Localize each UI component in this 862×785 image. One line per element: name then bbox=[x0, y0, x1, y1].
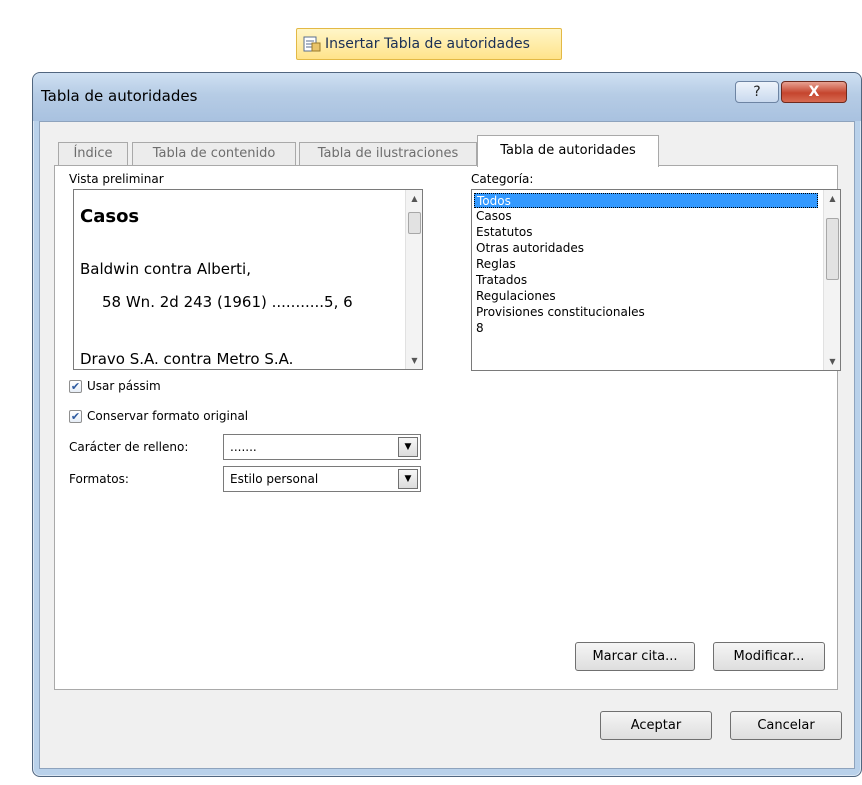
ok-button[interactable]: Aceptar bbox=[600, 711, 712, 740]
tab-panel: Vista preliminar Casos Baldwin contra Al… bbox=[54, 165, 841, 690]
mark-citation-button[interactable]: Marcar cita... bbox=[575, 642, 695, 671]
category-scroll-thumb[interactable] bbox=[826, 218, 839, 280]
modify-button[interactable]: Modificar... bbox=[713, 642, 825, 671]
chevron-down-icon[interactable]: ▼ bbox=[398, 437, 418, 457]
list-item[interactable]: Reglas bbox=[474, 257, 818, 272]
category-scrollbar[interactable]: ▲ ▼ bbox=[823, 190, 840, 370]
help-button[interactable]: ? bbox=[735, 81, 779, 103]
tab-index[interactable]: Índice bbox=[58, 142, 128, 166]
chevron-down-icon[interactable]: ▼ bbox=[398, 469, 418, 489]
category-listbox[interactable]: Todos Casos Estatutos Otras autoridades … bbox=[471, 189, 841, 371]
tab-table-of-contents[interactable]: Tabla de contenido bbox=[132, 142, 296, 166]
close-button[interactable]: X bbox=[781, 81, 847, 103]
formats-value: Estilo personal bbox=[230, 472, 319, 486]
keep-original-format-label: Conservar formato original bbox=[87, 409, 249, 423]
preview-scrollbar[interactable]: ▲ ▼ bbox=[405, 190, 422, 369]
insert-table-of-authorities-button[interactable]: Insertar Tabla de autoridades bbox=[296, 28, 562, 60]
preview-box: Casos Baldwin contra Alberti, 58 Wn. 2d … bbox=[73, 189, 423, 370]
tab-table-of-authorities[interactable]: Tabla de autoridades bbox=[477, 135, 659, 167]
scroll-down-arrow-icon[interactable]: ▼ bbox=[406, 352, 422, 369]
preview-heading: Casos bbox=[80, 206, 140, 227]
preview-line-3: Dravo S.A. contra Metro S.A. bbox=[80, 350, 294, 368]
fill-character-select[interactable]: ....... ▼ bbox=[223, 434, 421, 460]
list-item[interactable]: Regulaciones bbox=[474, 289, 818, 304]
close-icon: X bbox=[808, 84, 820, 100]
use-passim-label: Usar pássim bbox=[87, 379, 161, 393]
dialog-client-area: Índice Tabla de contenido Tabla de ilust… bbox=[39, 121, 855, 769]
list-item[interactable]: Provisiones constitucionales bbox=[474, 305, 818, 320]
preview-scroll-thumb[interactable] bbox=[408, 212, 421, 234]
scroll-up-arrow-icon[interactable]: ▲ bbox=[824, 190, 840, 207]
list-item[interactable]: Otras autoridades bbox=[474, 241, 818, 256]
table-of-authorities-dialog: Tabla de autoridades ? X Índice Tabla de… bbox=[32, 72, 862, 777]
list-item[interactable]: Todos bbox=[474, 193, 818, 208]
keep-original-format-checkbox[interactable]: ✔ Conservar formato original bbox=[69, 408, 248, 424]
preview-line-2: 58 Wn. 2d 243 (1961) ...........5, 6 bbox=[102, 293, 353, 311]
formats-select[interactable]: Estilo personal ▼ bbox=[223, 466, 421, 492]
check-icon[interactable]: ✔ bbox=[69, 379, 82, 393]
scroll-up-arrow-icon[interactable]: ▲ bbox=[406, 190, 422, 207]
fill-character-value: ....... bbox=[230, 440, 257, 454]
fill-character-label: Carácter de relleno: bbox=[69, 440, 189, 454]
preview-line-1: Baldwin contra Alberti, bbox=[80, 260, 251, 278]
help-icon: ? bbox=[753, 84, 761, 100]
insert-table-of-authorities-icon bbox=[303, 35, 321, 53]
use-passim-checkbox[interactable]: ✔ Usar pássim bbox=[69, 378, 161, 394]
list-item[interactable]: Estatutos bbox=[474, 225, 818, 240]
category-label: Categoría: bbox=[471, 172, 534, 186]
scroll-down-arrow-icon[interactable]: ▼ bbox=[824, 353, 840, 370]
preview-label: Vista preliminar bbox=[69, 172, 164, 186]
cancel-button[interactable]: Cancelar bbox=[730, 711, 842, 740]
list-item[interactable]: Casos bbox=[474, 209, 818, 224]
list-item[interactable]: Tratados bbox=[474, 273, 818, 288]
check-icon[interactable]: ✔ bbox=[69, 409, 82, 423]
tab-table-of-figures[interactable]: Tabla de ilustraciones bbox=[299, 142, 477, 166]
dialog-titlebar[interactable]: Tabla de autoridades ? X bbox=[33, 73, 861, 121]
insert-table-of-authorities-label: Insertar Tabla de autoridades bbox=[325, 36, 530, 52]
dialog-title: Tabla de autoridades bbox=[41, 87, 198, 105]
list-item[interactable]: 8 bbox=[474, 321, 818, 336]
formats-label: Formatos: bbox=[69, 472, 129, 486]
